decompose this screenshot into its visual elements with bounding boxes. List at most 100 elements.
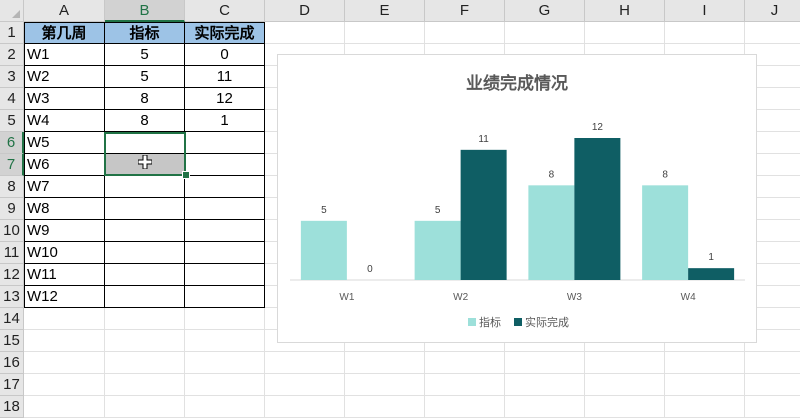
week-cell[interactable]: W4 xyxy=(24,110,105,132)
fill-handle[interactable] xyxy=(182,171,190,179)
table-header-cell[interactable]: 第几周 xyxy=(24,22,105,44)
empty-cell[interactable] xyxy=(185,374,265,396)
row-header-4[interactable]: 4 xyxy=(0,88,24,110)
week-cell[interactable]: W9 xyxy=(24,220,105,242)
actual-cell[interactable] xyxy=(185,198,265,220)
table-header-cell[interactable]: 实际完成 xyxy=(185,22,265,44)
actual-cell[interactable]: 1 xyxy=(185,110,265,132)
row-header-7[interactable]: 7 xyxy=(0,154,24,176)
week-cell[interactable]: W8 xyxy=(24,198,105,220)
empty-cell[interactable] xyxy=(745,22,800,44)
empty-cell[interactable] xyxy=(265,352,345,374)
empty-cell[interactable] xyxy=(425,352,505,374)
week-cell[interactable]: W12 xyxy=(24,286,105,308)
empty-cell[interactable] xyxy=(665,374,745,396)
row-header-2[interactable]: 2 xyxy=(0,44,24,66)
empty-cell[interactable] xyxy=(345,22,425,44)
row-header-13[interactable]: 13 xyxy=(0,286,24,308)
empty-cell[interactable] xyxy=(585,352,665,374)
empty-cell[interactable] xyxy=(185,396,265,418)
target-cell[interactable]: 8 xyxy=(105,88,185,110)
week-cell[interactable]: W2 xyxy=(24,66,105,88)
empty-cell[interactable] xyxy=(665,22,745,44)
empty-cell[interactable] xyxy=(24,352,105,374)
target-cell[interactable] xyxy=(105,286,185,308)
column-header-i[interactable]: I xyxy=(665,0,745,22)
empty-cell[interactable] xyxy=(665,396,745,418)
chart-area[interactable]: 业绩完成情况 5 0 W1 5 11 W2 8 12 W3 8 1 W4 指标 实际完成 xyxy=(277,54,757,343)
empty-cell[interactable] xyxy=(345,396,425,418)
empty-cell[interactable] xyxy=(105,396,185,418)
select-all-corner[interactable] xyxy=(0,0,24,22)
week-cell[interactable]: W7 xyxy=(24,176,105,198)
empty-cell[interactable] xyxy=(745,396,800,418)
week-cell[interactable]: W10 xyxy=(24,242,105,264)
row-header-10[interactable]: 10 xyxy=(0,220,24,242)
actual-cell[interactable] xyxy=(185,220,265,242)
target-cell[interactable]: 5 xyxy=(105,66,185,88)
empty-cell[interactable] xyxy=(745,352,800,374)
row-header-17[interactable]: 17 xyxy=(0,374,24,396)
column-header-h[interactable]: H xyxy=(585,0,665,22)
empty-cell[interactable] xyxy=(24,330,105,352)
actual-cell[interactable] xyxy=(185,154,265,176)
empty-cell[interactable] xyxy=(185,352,265,374)
row-header-9[interactable]: 9 xyxy=(0,198,24,220)
actual-cell[interactable] xyxy=(185,132,265,154)
target-cell[interactable] xyxy=(105,176,185,198)
actual-cell[interactable]: 12 xyxy=(185,88,265,110)
empty-cell[interactable] xyxy=(345,352,425,374)
week-cell[interactable]: W1 xyxy=(24,44,105,66)
actual-cell[interactable] xyxy=(185,286,265,308)
empty-cell[interactable] xyxy=(425,374,505,396)
column-header-d[interactable]: D xyxy=(265,0,345,22)
target-cell[interactable]: 8 xyxy=(105,110,185,132)
target-cell[interactable]: 5 xyxy=(105,44,185,66)
empty-cell[interactable] xyxy=(105,330,185,352)
column-header-g[interactable]: G xyxy=(505,0,585,22)
empty-cell[interactable] xyxy=(185,330,265,352)
empty-cell[interactable] xyxy=(24,396,105,418)
empty-cell[interactable] xyxy=(24,374,105,396)
week-cell[interactable]: W3 xyxy=(24,88,105,110)
row-header-15[interactable]: 15 xyxy=(0,330,24,352)
row-header-14[interactable]: 14 xyxy=(0,308,24,330)
row-header-16[interactable]: 16 xyxy=(0,352,24,374)
row-header-11[interactable]: 11 xyxy=(0,242,24,264)
empty-cell[interactable] xyxy=(505,352,585,374)
empty-cell[interactable] xyxy=(265,396,345,418)
column-header-j[interactable]: J xyxy=(745,0,800,22)
row-header-1[interactable]: 1 xyxy=(0,22,24,44)
empty-cell[interactable] xyxy=(425,396,505,418)
empty-cell[interactable] xyxy=(505,22,585,44)
empty-cell[interactable] xyxy=(105,308,185,330)
empty-cell[interactable] xyxy=(505,374,585,396)
row-header-18[interactable]: 18 xyxy=(0,396,24,418)
empty-cell[interactable] xyxy=(745,374,800,396)
table-header-cell[interactable]: 指标 xyxy=(105,22,185,44)
row-header-6[interactable]: 6 xyxy=(0,132,24,154)
row-header-5[interactable]: 5 xyxy=(0,110,24,132)
column-header-b[interactable]: B xyxy=(105,0,185,22)
target-cell[interactable] xyxy=(105,220,185,242)
empty-cell[interactable] xyxy=(265,374,345,396)
empty-cell[interactable] xyxy=(265,22,345,44)
actual-cell[interactable] xyxy=(185,176,265,198)
empty-cell[interactable] xyxy=(665,352,745,374)
empty-cell[interactable] xyxy=(505,396,585,418)
row-header-12[interactable]: 12 xyxy=(0,264,24,286)
week-cell[interactable]: W5 xyxy=(24,132,105,154)
empty-cell[interactable] xyxy=(425,22,505,44)
target-cell[interactable] xyxy=(105,242,185,264)
empty-cell[interactable] xyxy=(585,22,665,44)
empty-cell[interactable] xyxy=(585,374,665,396)
column-header-e[interactable]: E xyxy=(345,0,425,22)
empty-cell[interactable] xyxy=(105,352,185,374)
empty-cell[interactable] xyxy=(105,374,185,396)
actual-cell[interactable] xyxy=(185,264,265,286)
empty-cell[interactable] xyxy=(185,308,265,330)
empty-cell[interactable] xyxy=(585,396,665,418)
empty-cell[interactable] xyxy=(345,374,425,396)
actual-cell[interactable] xyxy=(185,242,265,264)
column-header-c[interactable]: C xyxy=(185,0,265,22)
